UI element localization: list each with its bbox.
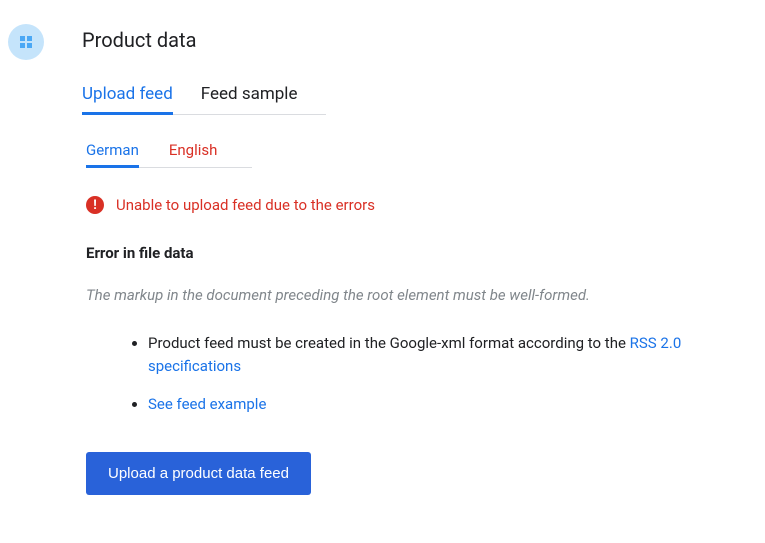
feed-example-link[interactable]: See feed example [148, 395, 266, 413]
page-title: Product data [82, 28, 735, 52]
hint-example: See feed example [148, 393, 735, 416]
main-content: Product data Upload feed Feed sample Ger… [82, 28, 735, 495]
upload-button[interactable]: Upload a product data feed [86, 452, 311, 495]
error-alert-text: Unable to upload feed due to the errors [116, 196, 375, 214]
hint-format: Product feed must be created in the Goog… [148, 332, 735, 379]
tabs: Upload feed Feed sample [82, 84, 326, 115]
tab-feed-sample[interactable]: Feed sample [201, 84, 298, 114]
hints-list: Product feed must be created in the Goog… [148, 332, 735, 416]
grid-icon [18, 34, 34, 50]
hint-format-text: Product feed must be created in the Goog… [148, 334, 630, 352]
error-icon: ! [86, 196, 104, 214]
product-data-icon [8, 24, 44, 60]
error-alert: ! Unable to upload feed due to the error… [86, 196, 735, 214]
tab-upload-feed[interactable]: Upload feed [82, 84, 173, 114]
language-tabs: German English [86, 141, 252, 168]
lang-english[interactable]: English [169, 141, 218, 167]
error-heading: Error in file data [86, 244, 735, 262]
error-description: The markup in the document preceding the… [86, 286, 735, 304]
lang-german[interactable]: German [86, 141, 139, 167]
